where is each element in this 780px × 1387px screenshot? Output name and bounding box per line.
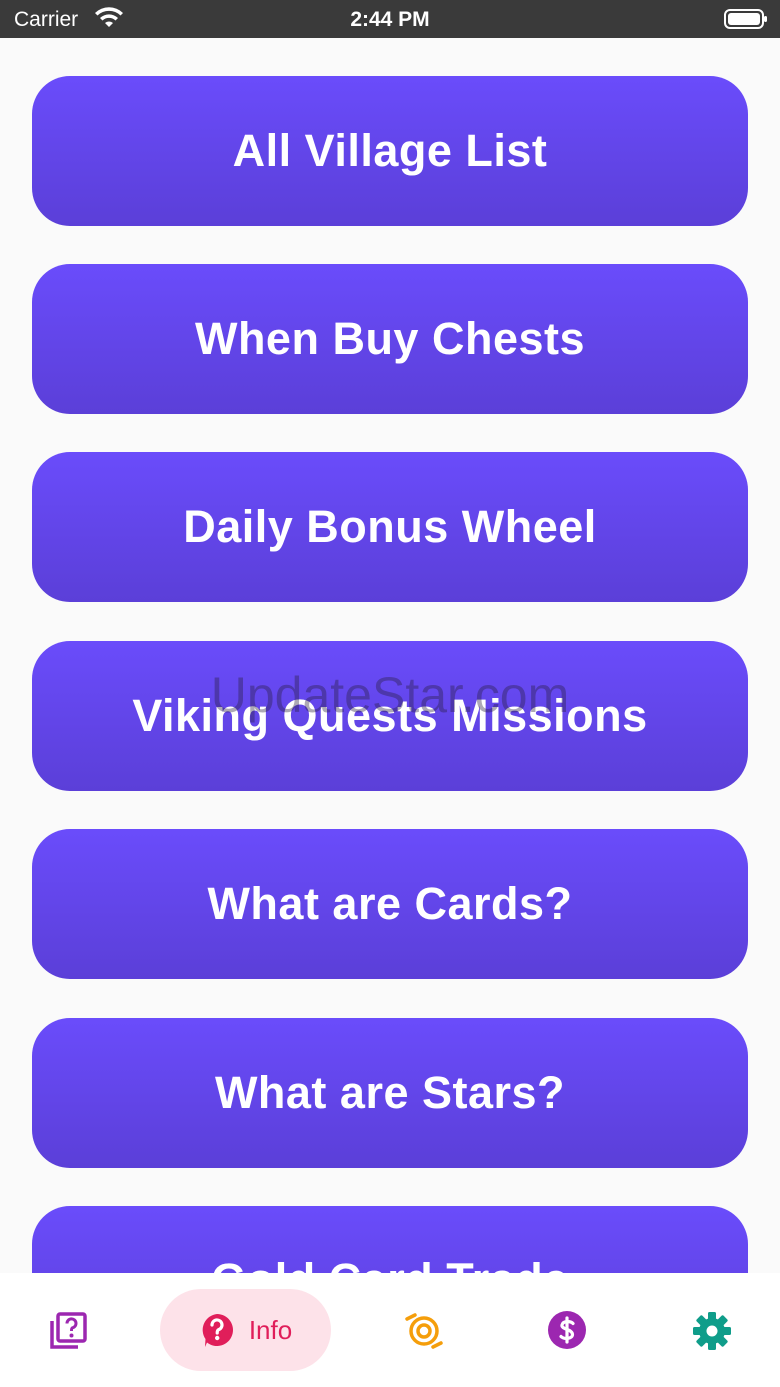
gold-card-trade-button[interactable]: Gold Card Trade bbox=[32, 1206, 748, 1273]
menu-list[interactable]: All Village List When Buy Chests Daily B… bbox=[0, 38, 780, 1273]
spin-wheel-icon bbox=[404, 1311, 444, 1351]
when-buy-chests-button[interactable]: When Buy Chests bbox=[32, 264, 748, 414]
tab-info-label: Info bbox=[248, 1314, 293, 1345]
battery-icon bbox=[724, 9, 768, 29]
tab-question-cards[interactable] bbox=[48, 1311, 88, 1351]
tab-dollar[interactable] bbox=[547, 1310, 587, 1350]
viking-quests-missions-button[interactable]: Viking Quests Missions bbox=[32, 641, 748, 791]
all-village-list-button[interactable]: All Village List bbox=[32, 76, 748, 226]
status-bar: Carrier 2:44 PM bbox=[0, 0, 780, 38]
dollar-circle-icon bbox=[547, 1310, 587, 1350]
question-card-icon bbox=[48, 1311, 88, 1351]
app-screen: Carrier 2:44 PM All Village List When Bu… bbox=[0, 0, 780, 1387]
gear-icon bbox=[692, 1311, 732, 1351]
what-are-cards-button[interactable]: What are Cards? bbox=[32, 829, 748, 979]
what-are-stars-button[interactable]: What are Stars? bbox=[32, 1018, 748, 1168]
clock-time: 2:44 PM bbox=[350, 8, 430, 31]
tab-spin-wheel[interactable] bbox=[404, 1311, 444, 1351]
bottom-tab-bar: Info bbox=[0, 1273, 780, 1387]
daily-bonus-wheel-button[interactable]: Daily Bonus Wheel bbox=[32, 452, 748, 602]
help-circle-icon bbox=[199, 1312, 235, 1348]
tab-info[interactable]: Info bbox=[160, 1289, 331, 1371]
tab-settings[interactable] bbox=[692, 1311, 732, 1351]
